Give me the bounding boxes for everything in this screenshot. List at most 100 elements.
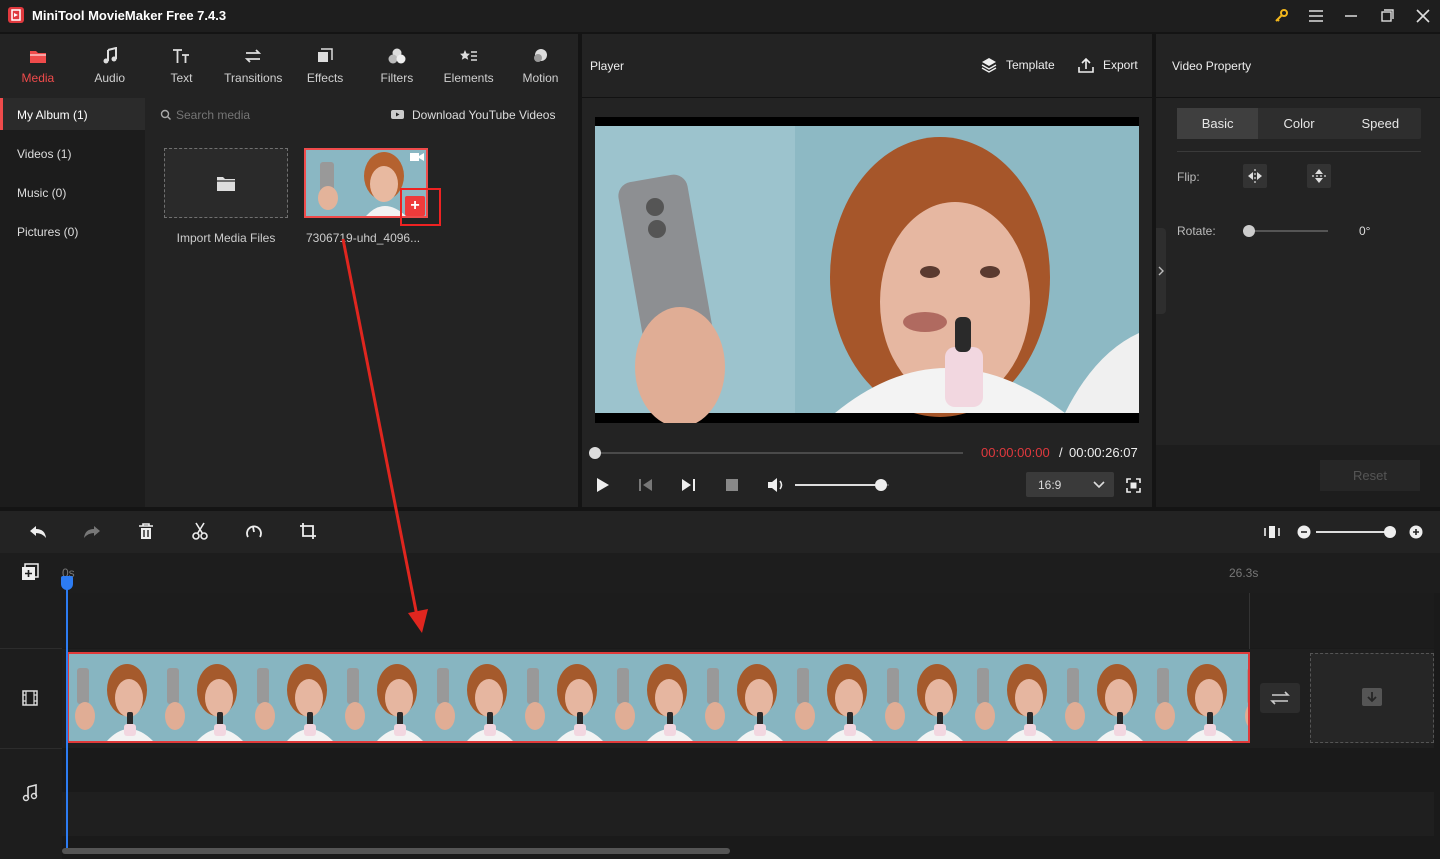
tab-effects[interactable]: Effects — [289, 34, 361, 98]
playhead[interactable] — [66, 580, 68, 850]
export-icon — [1078, 57, 1094, 73]
redo-icon[interactable] — [82, 523, 102, 541]
chevron-down-icon — [1093, 480, 1105, 488]
panel-collapse-handle[interactable] — [1156, 228, 1166, 314]
crop-icon[interactable] — [299, 522, 317, 540]
search-icon — [160, 109, 171, 120]
playback-progress-track[interactable] — [595, 452, 963, 454]
clip-frame — [969, 654, 1059, 741]
tab-speed[interactable]: Speed — [1340, 108, 1421, 139]
text-icon — [173, 49, 190, 63]
sidebar-item-music[interactable]: Music (0) — [17, 186, 66, 200]
download-youtube-link[interactable]: Download YouTube Videos — [412, 108, 555, 122]
transitions-icon — [245, 49, 262, 63]
drop-media-icon — [1362, 688, 1382, 706]
transition-slot-button[interactable] — [1260, 683, 1300, 713]
tab-filters[interactable]: Filters — [361, 34, 433, 98]
export-button[interactable]: Export — [1077, 56, 1138, 74]
swap-icon — [1270, 691, 1290, 705]
sidebar-item-pictures[interactable]: Pictures (0) — [17, 225, 78, 239]
total-time: 00:00:26:07 — [1069, 445, 1138, 460]
layers-icon — [981, 58, 997, 73]
tab-motion[interactable]: Motion — [505, 34, 577, 98]
player-title: Player — [590, 59, 625, 73]
reset-button[interactable]: Reset — [1320, 460, 1420, 491]
tab-transitions[interactable]: Transitions — [217, 34, 289, 98]
minimize-icon[interactable] — [1340, 6, 1362, 26]
flip-vertical-button[interactable] — [1307, 164, 1331, 188]
add-track-icon[interactable] — [21, 563, 39, 581]
tab-label: Text — [170, 71, 193, 85]
folder-icon — [217, 177, 235, 191]
import-media-button[interactable] — [164, 148, 288, 218]
zoom-slider-handle[interactable] — [1384, 526, 1396, 538]
menu-icon[interactable] — [1305, 6, 1327, 26]
tab-basic[interactable]: Basic — [1177, 108, 1259, 139]
chevron-right-icon — [1158, 266, 1164, 276]
tab-label: Transitions — [224, 71, 283, 85]
tab-text[interactable]: Text — [146, 34, 218, 98]
effects-icon — [318, 48, 333, 62]
flip-horizontal-icon — [1248, 169, 1262, 183]
speed-icon[interactable] — [245, 522, 263, 540]
rotate-slider-track[interactable] — [1249, 230, 1328, 232]
rotate-value: 0° — [1359, 224, 1371, 238]
clip-frame — [429, 654, 519, 741]
download-youtube-icon — [391, 110, 404, 119]
sidebar-item-my-album[interactable]: My Album (1) — [17, 108, 88, 122]
flip-horizontal-button[interactable] — [1243, 164, 1267, 188]
scissors-icon[interactable] — [191, 522, 209, 540]
delete-icon[interactable] — [137, 522, 155, 540]
fullscreen-icon[interactable] — [1126, 478, 1141, 493]
app-logo-icon — [8, 7, 24, 23]
sidebar-item-videos[interactable]: Videos (1) — [17, 147, 71, 161]
playback-progress-handle[interactable] — [589, 447, 601, 459]
undo-icon[interactable] — [28, 523, 48, 541]
clip-frame — [609, 654, 699, 741]
property-title: Video Property — [1172, 59, 1252, 73]
app-title: MiniTool MovieMaker Free 7.4.3 — [32, 8, 227, 23]
timeline-scrollbar[interactable] — [62, 848, 730, 854]
flip-vertical-icon — [1312, 169, 1326, 183]
video-preview — [595, 117, 1139, 423]
clip-frame — [339, 654, 429, 741]
zoom-slider-track[interactable] — [1316, 531, 1390, 533]
overlay-track[interactable] — [62, 593, 1434, 648]
volume-slider-handle[interactable] — [874, 479, 887, 491]
clip-frame — [879, 654, 969, 741]
aspect-ratio-select[interactable]: 16:9 — [1026, 472, 1114, 497]
tab-color[interactable]: Color — [1258, 108, 1339, 139]
clip-frame — [249, 654, 339, 741]
timeline-ruler[interactable] — [0, 553, 1440, 593]
key-icon[interactable] — [1270, 6, 1292, 26]
previous-frame-icon[interactable] — [638, 477, 654, 493]
drop-zone[interactable] — [1310, 653, 1434, 743]
search-input[interactable] — [176, 106, 346, 124]
clip-frame — [519, 654, 609, 741]
template-button[interactable]: Template — [980, 56, 1055, 74]
flip-label: Flip: — [1177, 170, 1200, 184]
video-clip[interactable] — [67, 652, 1250, 743]
audio-track-icon — [22, 784, 38, 802]
clip-frame — [159, 654, 249, 741]
tab-media[interactable]: Media — [2, 34, 74, 98]
volume-icon[interactable] — [766, 476, 786, 494]
rotate-slider-handle[interactable] — [1243, 225, 1255, 237]
annotation-arrow — [341, 238, 428, 633]
current-time: 00:00:00:00 — [981, 445, 1050, 460]
fit-timeline-icon[interactable] — [1263, 523, 1281, 541]
filters-icon — [388, 48, 406, 64]
zoom-in-icon[interactable] — [1409, 525, 1423, 539]
close-icon[interactable] — [1412, 6, 1434, 26]
tab-label: Effects — [306, 71, 344, 85]
tab-audio[interactable]: Audio — [74, 34, 146, 98]
play-icon[interactable] — [594, 477, 610, 493]
next-frame-icon[interactable] — [680, 477, 696, 493]
maximize-icon[interactable] — [1376, 6, 1398, 26]
playhead-handle[interactable] — [61, 576, 73, 590]
stop-icon[interactable] — [724, 477, 740, 493]
tab-elements[interactable]: Elements — [433, 34, 505, 98]
audio-track[interactable] — [62, 792, 1434, 836]
time-separator: / — [1059, 445, 1063, 460]
zoom-out-icon[interactable] — [1297, 525, 1311, 539]
